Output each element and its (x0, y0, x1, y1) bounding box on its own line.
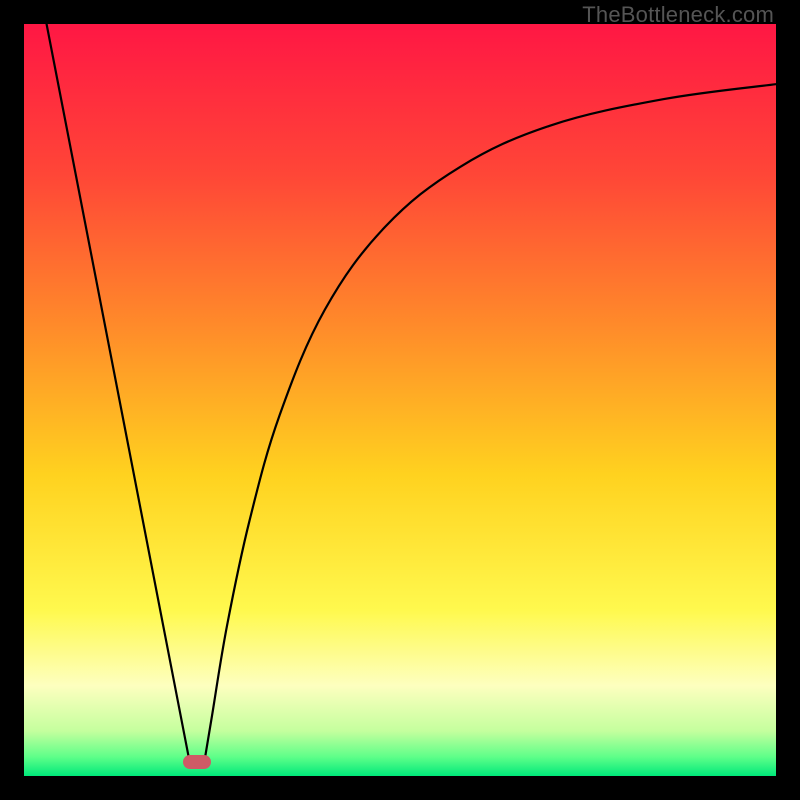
gradient-background (24, 24, 776, 776)
plot-area (24, 24, 776, 776)
optimal-marker (183, 755, 211, 769)
watermark-text: TheBottleneck.com (582, 2, 774, 28)
chart-frame (24, 24, 776, 776)
